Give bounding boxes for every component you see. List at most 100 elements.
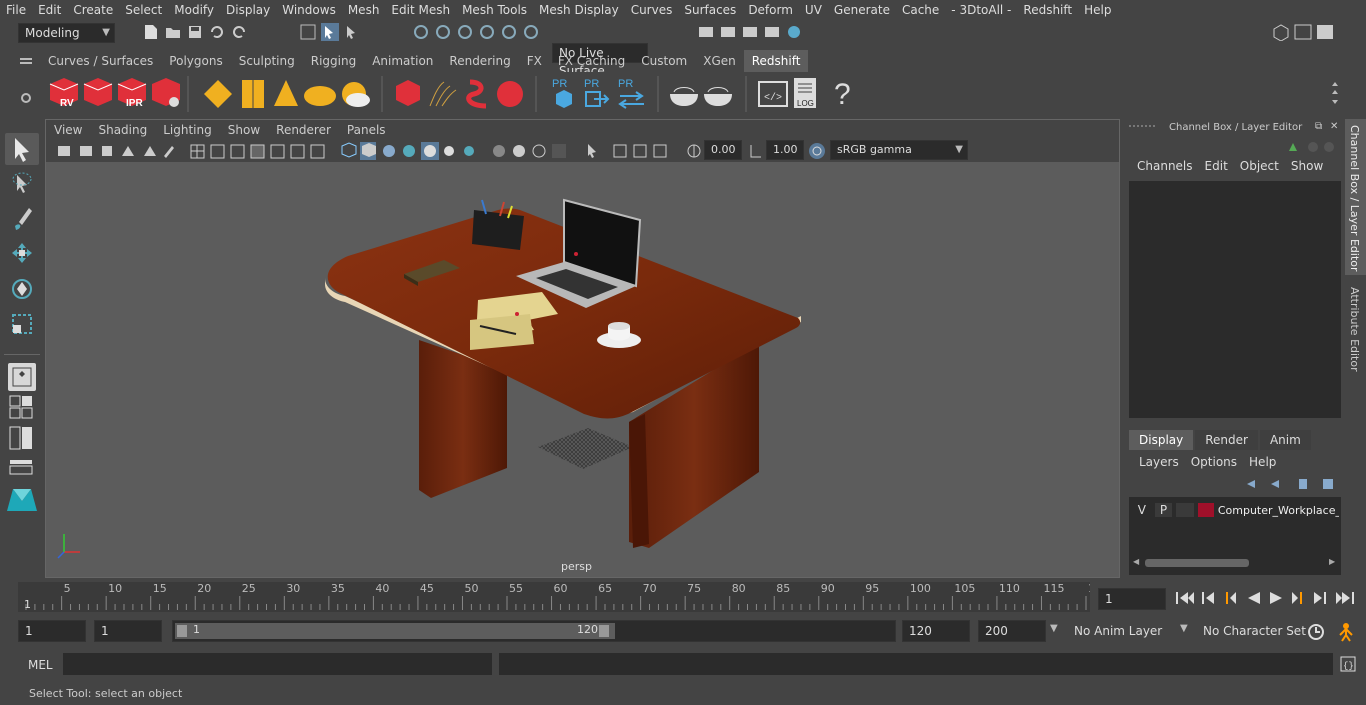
end-frame-field[interactable]: 200 [978, 620, 1046, 642]
baking-options-icon[interactable] [704, 87, 732, 107]
snap-curve-icon[interactable] [434, 23, 452, 41]
menu-3dtoall[interactable]: - 3DtoAll - [945, 0, 1017, 20]
command-input[interactable] [63, 653, 492, 675]
viewport-3d[interactable]: persp [46, 162, 1119, 577]
range-start-handle[interactable] [177, 625, 187, 637]
viewport-menu-show[interactable]: Show [220, 120, 268, 140]
anim-layer-label[interactable]: No Anim Layer [1074, 624, 1162, 638]
menu-curves[interactable]: Curves [625, 0, 679, 20]
play-backward-icon[interactable] [1248, 592, 1260, 604]
snap-grid-icon[interactable] [412, 23, 430, 41]
snap-surface-icon[interactable] [500, 23, 518, 41]
redshift-sphere-icon[interactable] [497, 81, 523, 107]
select-tool-button[interactable] [5, 133, 39, 165]
shelf-tab-rigging[interactable]: Rigging [303, 50, 364, 72]
go-to-end-icon[interactable] [1336, 592, 1354, 604]
graph-layout-button[interactable] [5, 456, 39, 478]
menu-file[interactable]: File [0, 0, 32, 20]
layer-tab-render[interactable]: Render [1195, 430, 1258, 450]
outliner-layout-button[interactable] [5, 423, 39, 453]
range-slider[interactable]: 1 120 [172, 620, 896, 642]
menu-generate[interactable]: Generate [828, 0, 896, 20]
channel-menu-edit[interactable]: Edit [1199, 159, 1234, 173]
pr-object-icon[interactable]: PR [552, 78, 572, 108]
layer-tab-display[interactable]: Display [1129, 430, 1194, 450]
playback-start-field[interactable]: 1 [94, 620, 162, 642]
viewport-menu-shading[interactable]: Shading [90, 120, 155, 140]
redshift-dome-light-icon[interactable] [304, 86, 336, 106]
animation-prefs-icon[interactable] [1336, 622, 1356, 642]
menu-mesh[interactable]: Mesh [342, 0, 386, 20]
new-scene-icon[interactable] [142, 23, 160, 41]
viewport-menu-renderer[interactable]: Renderer [268, 120, 339, 140]
viewport-menu-lighting[interactable]: Lighting [155, 120, 220, 140]
layer-playback-toggle[interactable]: P [1154, 503, 1173, 517]
snap-point-icon[interactable] [456, 23, 474, 41]
ipr-render-icon[interactable] [741, 23, 759, 41]
shelf-tab-xgen[interactable]: XGen [695, 50, 744, 72]
auto-key-icon[interactable] [1306, 622, 1326, 642]
menu-windows[interactable]: Windows [276, 0, 342, 20]
step-forward-key-icon[interactable] [1314, 592, 1326, 604]
redshift-settings-icon[interactable] [152, 78, 180, 107]
channel-menu-object[interactable]: Object [1234, 159, 1285, 173]
redshift-fur-icon[interactable] [429, 81, 457, 107]
baking-icon[interactable] [670, 87, 698, 107]
menu-deform[interactable]: Deform [742, 0, 799, 20]
layer-name[interactable]: Computer_Workplace_ [1218, 504, 1339, 517]
channel-list[interactable] [1129, 181, 1341, 418]
layer-tab-anim[interactable]: Anim [1259, 430, 1311, 450]
range-end-handle[interactable] [599, 625, 609, 637]
pr-sync-icon[interactable]: PR [618, 78, 644, 109]
toggle-panel-icon[interactable] [1294, 23, 1312, 41]
script-editor-icon[interactable]: </> [758, 81, 788, 107]
lasso-tool-button[interactable] [5, 168, 39, 200]
time-slider[interactable]: 5 10 15 20 25 30 35 40 45 50 55 60 65 70 75 80 85 90 95 100… [18, 582, 1102, 612]
render-settings-icon[interactable] [763, 23, 781, 41]
layer-menu-layers[interactable]: Layers [1133, 455, 1185, 469]
open-scene-icon[interactable] [164, 23, 182, 41]
shelf-tab-rendering[interactable]: Rendering [441, 50, 518, 72]
play-forward-icon[interactable] [1270, 592, 1282, 604]
playback-end-field[interactable]: 120 [902, 620, 970, 642]
shelf-scroll[interactable] [1332, 82, 1338, 104]
single-pane-layout-button[interactable] [8, 363, 36, 391]
redshift-light-icon[interactable] [204, 80, 232, 108]
layer-scrollbar[interactable]: ◀ ▶ [1131, 557, 1339, 569]
shelf-menu-icon[interactable] [20, 55, 32, 69]
layer-type-toggle[interactable] [1176, 503, 1195, 517]
menu-help[interactable]: Help [1078, 0, 1117, 20]
close-icon[interactable]: ✕ [1330, 121, 1338, 132]
isolate-tools[interactable] [588, 144, 667, 158]
current-frame-field[interactable]: 1 [1098, 588, 1166, 610]
menu-modify[interactable]: Modify [168, 0, 220, 20]
start-frame-field[interactable]: 1 [18, 620, 86, 642]
colorspace-dropdown[interactable]: sRGB gamma ▼ [830, 140, 968, 160]
shading-mode-icons[interactable] [341, 142, 566, 160]
redshift-proxy-icon[interactable] [396, 80, 420, 106]
menu-display[interactable]: Display [220, 0, 276, 20]
shelf-tab-sculpting[interactable]: Sculpting [231, 50, 303, 72]
scale-tool-button[interactable] [5, 308, 39, 340]
channel-menu-show[interactable]: Show [1285, 159, 1329, 173]
shelf-tab-polygons[interactable]: Polygons [161, 50, 230, 72]
viewport-menu-panels[interactable]: Panels [339, 120, 394, 140]
redshift-sun-sky-icon[interactable] [342, 82, 370, 107]
layer-row[interactable]: V P Computer_Workplace_ [1133, 501, 1339, 519]
layer-color-swatch[interactable] [1198, 503, 1214, 517]
side-tab-channel-box[interactable]: Channel Box / Layer Editor [1345, 119, 1366, 275]
rotate-tool-button[interactable] [5, 273, 39, 305]
paint-select-button[interactable] [5, 203, 39, 235]
step-forward-frame-icon[interactable] [1292, 592, 1302, 604]
pr-export-icon[interactable]: PR [584, 78, 610, 107]
toggle-sidebar-icon[interactable] [1316, 23, 1334, 41]
layer-buttons[interactable] [1243, 475, 1339, 491]
gamma-field[interactable]: 1.00 [766, 140, 804, 160]
shelf-tab-fx[interactable]: FX [519, 50, 550, 72]
redshift-volume-icon[interactable] [466, 79, 487, 109]
redshift-area-light-icon[interactable] [242, 80, 264, 108]
menu-create[interactable]: Create [67, 0, 119, 20]
anim-layer-chevron-icon[interactable]: ▼ [1050, 623, 1058, 634]
snap-pivot-icon[interactable] [522, 23, 540, 41]
menu-mesh-tools[interactable]: Mesh Tools [456, 0, 533, 20]
